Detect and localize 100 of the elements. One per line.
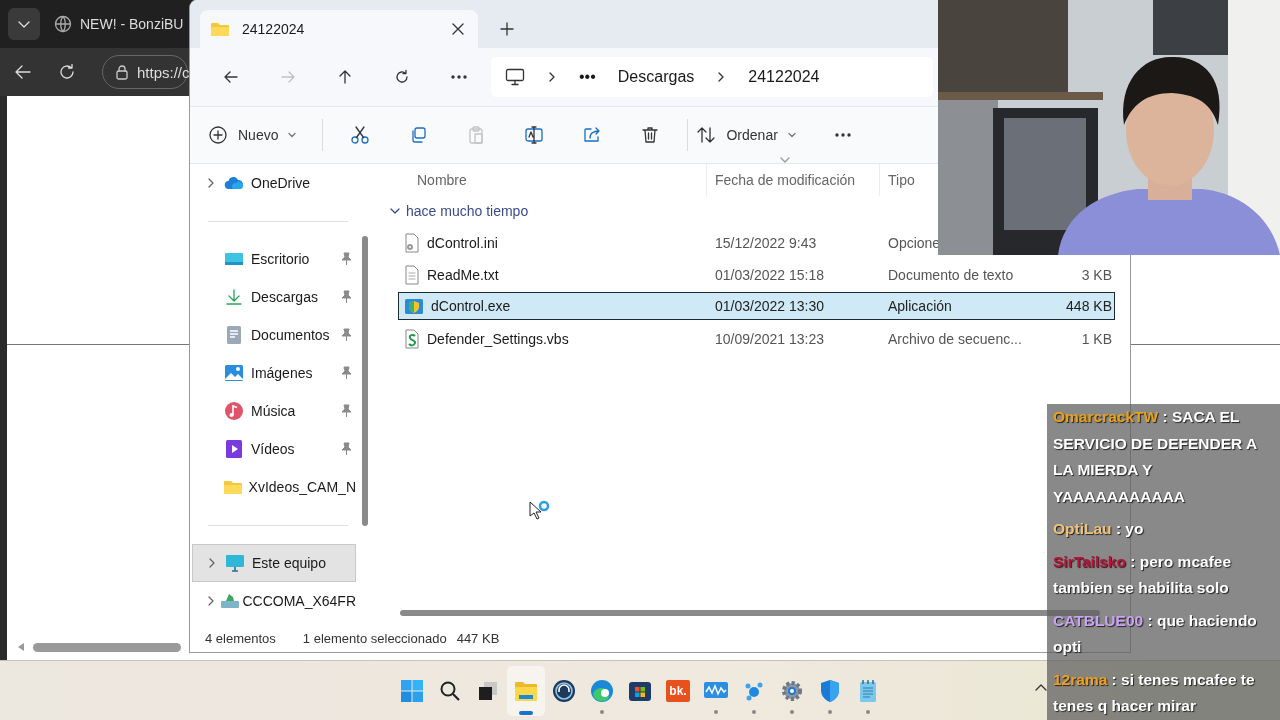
- busy-cursor-icon: [528, 500, 552, 522]
- scrollbar-thumb[interactable]: [33, 642, 181, 652]
- selection-size: 447 KB: [456, 631, 500, 646]
- plus-circle-icon: [208, 125, 228, 145]
- reload-icon[interactable]: [58, 63, 76, 81]
- refresh-icon[interactable]: [393, 69, 410, 85]
- folder-icon: [222, 479, 243, 495]
- browser-tab[interactable]: NEW! - BonziBU: [48, 15, 184, 33]
- drive-icon: [219, 592, 240, 610]
- file-row[interactable]: dControl.exe 01/03/2022 13:30 Aplicación 448 KB: [398, 292, 1115, 320]
- sidebar-item[interactable]: CCCOMA_X64FR: [192, 582, 356, 620]
- sidebar-item[interactable]: Descargas: [192, 278, 356, 316]
- breadcrumb-item[interactable]: 24122024: [748, 68, 820, 86]
- chat-message: OmarcrackTW : SACA EL SERVICIO DE DEFENDER A LA MIERDA Y YAAAAAAAAAAA: [1053, 407, 1258, 507]
- sort-button[interactable]: Ordenar: [696, 125, 804, 145]
- column-header[interactable]: Nombre: [398, 164, 706, 196]
- chat-message: OptiLau : yo: [1053, 519, 1145, 539]
- file-name[interactable]: Defender_Settings.vbs: [427, 331, 569, 347]
- table-cell: 15/12/2022 9:43: [715, 235, 817, 251]
- column-header[interactable]: Tipo: [879, 164, 937, 196]
- table-cell: 01/03/2022 15:18: [715, 267, 824, 283]
- caret-icon: [787, 131, 796, 139]
- table-cell: 1 KB: [1081, 331, 1112, 347]
- caret-icon: [288, 131, 297, 139]
- close-icon[interactable]: [452, 23, 464, 35]
- table-cell: 448 KB: [1066, 298, 1112, 314]
- windows-logo-icon[interactable]: [400, 678, 424, 703]
- item-count: 4 elementos: [205, 631, 276, 646]
- chevron-icon[interactable]: [206, 596, 216, 606]
- chat-message: 12rama : si tenes mcafee te tenes q hacer mirar: [1053, 669, 1256, 716]
- monitor-icon: [505, 68, 525, 86]
- shield-app-icon: [404, 296, 424, 316]
- task-view-icon[interactable]: [477, 679, 499, 702]
- group-header[interactable]: hace mucho tiempo: [383, 196, 529, 226]
- shield-icon[interactable]: [819, 678, 841, 703]
- chevron-icon: [547, 72, 557, 82]
- search-icon[interactable]: [439, 679, 461, 702]
- sort-icon: [696, 125, 717, 145]
- table-cell: Opcione: [888, 235, 941, 251]
- document-icon: [225, 325, 243, 345]
- settings-icon[interactable]: [780, 678, 804, 703]
- file-name: dControl.exe: [431, 298, 511, 314]
- notepad-icon[interactable]: [858, 678, 878, 703]
- address-field[interactable]: https://c: [102, 55, 188, 89]
- scroll-left-icon[interactable]: [17, 642, 25, 652]
- chat-message: CATBLUE00 : que haciendo opti: [1053, 610, 1258, 657]
- more-icon[interactable]: [449, 74, 468, 80]
- column-header[interactable]: Fecha de modificación: [706, 164, 879, 196]
- globe-icon: [54, 15, 72, 33]
- browser-icon[interactable]: [590, 678, 614, 703]
- folder-icon[interactable]: [514, 679, 538, 702]
- tab-search-button[interactable]: [8, 8, 40, 40]
- lock-icon: [115, 64, 129, 80]
- breadcrumb-item[interactable]: Descargas: [617, 68, 695, 86]
- chevron-icon: [390, 206, 400, 216]
- back-arrow-icon[interactable]: [222, 69, 239, 85]
- image-icon: [224, 364, 244, 382]
- file-name[interactable]: dControl.ini: [427, 235, 498, 251]
- new-button[interactable]: Nuevo: [208, 125, 305, 145]
- text-file-icon: [404, 265, 420, 285]
- chat-message: SirTailsko : pero mcafee tambien se habilita solo: [1053, 551, 1233, 598]
- more-icon[interactable]: [833, 132, 852, 138]
- address-bar[interactable]: ••• Descargas 24122024: [491, 57, 933, 97]
- table-cell: Archivo de secuenc...: [888, 331, 1022, 347]
- music-icon: [224, 401, 244, 421]
- explorer-tab[interactable]: 24122024: [200, 10, 478, 48]
- chevron-up-icon[interactable]: [1035, 683, 1047, 691]
- scrollbar-thumb[interactable]: [362, 236, 368, 526]
- sidebar-item[interactable]: OneDrive: [192, 164, 356, 202]
- download-icon: [224, 288, 244, 306]
- video-icon: [225, 439, 243, 459]
- sidebar-item[interactable]: Música: [192, 392, 356, 430]
- cloud-icon: [224, 175, 244, 191]
- breadcrumb-overflow[interactable]: •••: [579, 68, 596, 86]
- sidebar-item[interactable]: Documentos: [192, 316, 356, 354]
- selection-status: 1 elemento seleccionado: [302, 631, 447, 646]
- sidebar-item[interactable]: XvIdeos_CAM_N: [192, 468, 356, 506]
- scissors-icon[interactable]: [350, 125, 371, 145]
- monitor-icon: [225, 554, 245, 572]
- sidebar-item[interactable]: Este equipo: [192, 544, 356, 582]
- table-cell: 01/03/2022 13:30: [715, 298, 824, 314]
- rename-icon[interactable]: [524, 125, 545, 145]
- table-cell: 10/09/2021 13:23: [715, 331, 824, 347]
- chevron-icon[interactable]: [207, 558, 217, 568]
- headset-icon[interactable]: [552, 678, 576, 703]
- file-name[interactable]: ReadMe.txt: [427, 267, 499, 283]
- table-cell: Aplicación: [888, 298, 952, 314]
- new-tab-icon[interactable]: [500, 22, 514, 36]
- settings-file-icon: [404, 233, 420, 253]
- desktop-icon: [224, 251, 244, 267]
- app-icon[interactable]: bk.: [666, 679, 690, 702]
- folder-icon: [210, 21, 230, 37]
- sidebar-item[interactable]: Vídeos: [192, 430, 356, 468]
- table-cell: Documento de texto: [888, 267, 1014, 283]
- table-cell: 3 KB: [1081, 267, 1112, 283]
- sidebar-item[interactable]: Escritorio: [192, 240, 356, 278]
- chevron-icon[interactable]: [206, 178, 216, 188]
- script-file-icon: [404, 329, 420, 349]
- back-arrow-icon[interactable]: [14, 63, 32, 81]
- sidebar-item[interactable]: Imágenes: [192, 354, 356, 392]
